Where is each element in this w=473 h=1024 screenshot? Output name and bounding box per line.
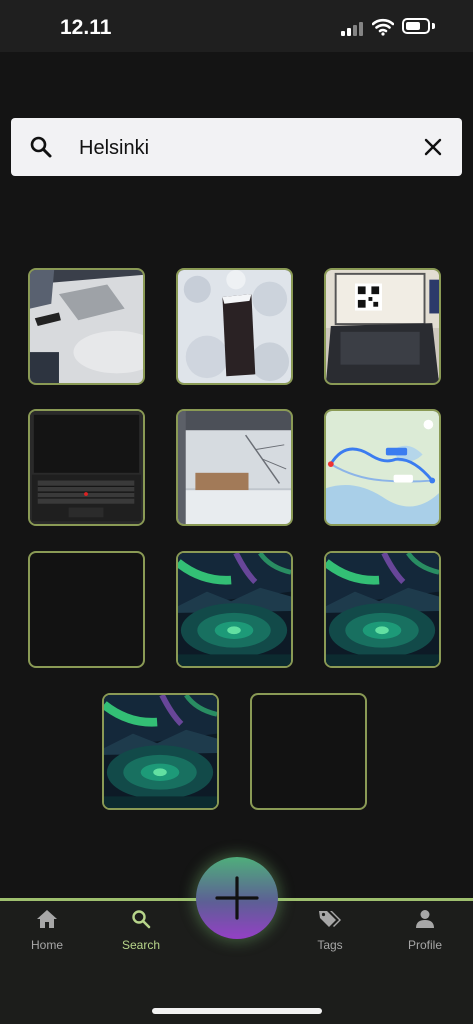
result-thumbnail[interactable]	[176, 551, 293, 668]
nav-profile-label: Profile	[407, 938, 442, 952]
search-bar	[11, 118, 462, 178]
nav-home[interactable]: Home	[7, 909, 87, 952]
plus-icon	[215, 876, 259, 920]
battery-icon	[402, 18, 430, 34]
nav-tags-label: Tags	[317, 938, 343, 952]
nav-home-label: Home	[30, 938, 63, 952]
nav-tags[interactable]: Tags	[290, 909, 370, 952]
nav-search-label: Search	[121, 938, 161, 952]
close-icon[interactable]	[421, 135, 445, 159]
wifi-icon	[372, 18, 394, 36]
result-thumbnail[interactable]	[28, 409, 145, 526]
result-thumbnail[interactable]	[324, 409, 441, 526]
search-input[interactable]	[77, 118, 411, 178]
battery-tip	[432, 23, 435, 29]
nav-search[interactable]: Search	[101, 909, 181, 952]
result-thumbnail[interactable]	[324, 551, 441, 668]
result-thumbnail[interactable]	[324, 268, 441, 385]
result-thumbnail[interactable]	[176, 268, 293, 385]
tags-icon	[319, 911, 341, 927]
search-icon	[132, 910, 151, 929]
result-placeholder[interactable]	[250, 693, 367, 810]
home-icon	[37, 910, 57, 928]
home-indicator	[152, 1008, 322, 1014]
cellular-signal-icon	[341, 22, 365, 36]
result-placeholder[interactable]	[28, 551, 145, 668]
profile-icon	[416, 910, 434, 928]
result-thumbnail[interactable]	[176, 409, 293, 526]
add-button[interactable]	[196, 857, 278, 939]
status-time: 12.11	[60, 16, 112, 39]
result-thumbnail[interactable]	[28, 268, 145, 385]
status-bar: 12.11	[0, 0, 473, 52]
nav-profile[interactable]: Profile	[385, 909, 465, 952]
result-thumbnail[interactable]	[102, 693, 219, 810]
search-icon	[30, 136, 52, 158]
